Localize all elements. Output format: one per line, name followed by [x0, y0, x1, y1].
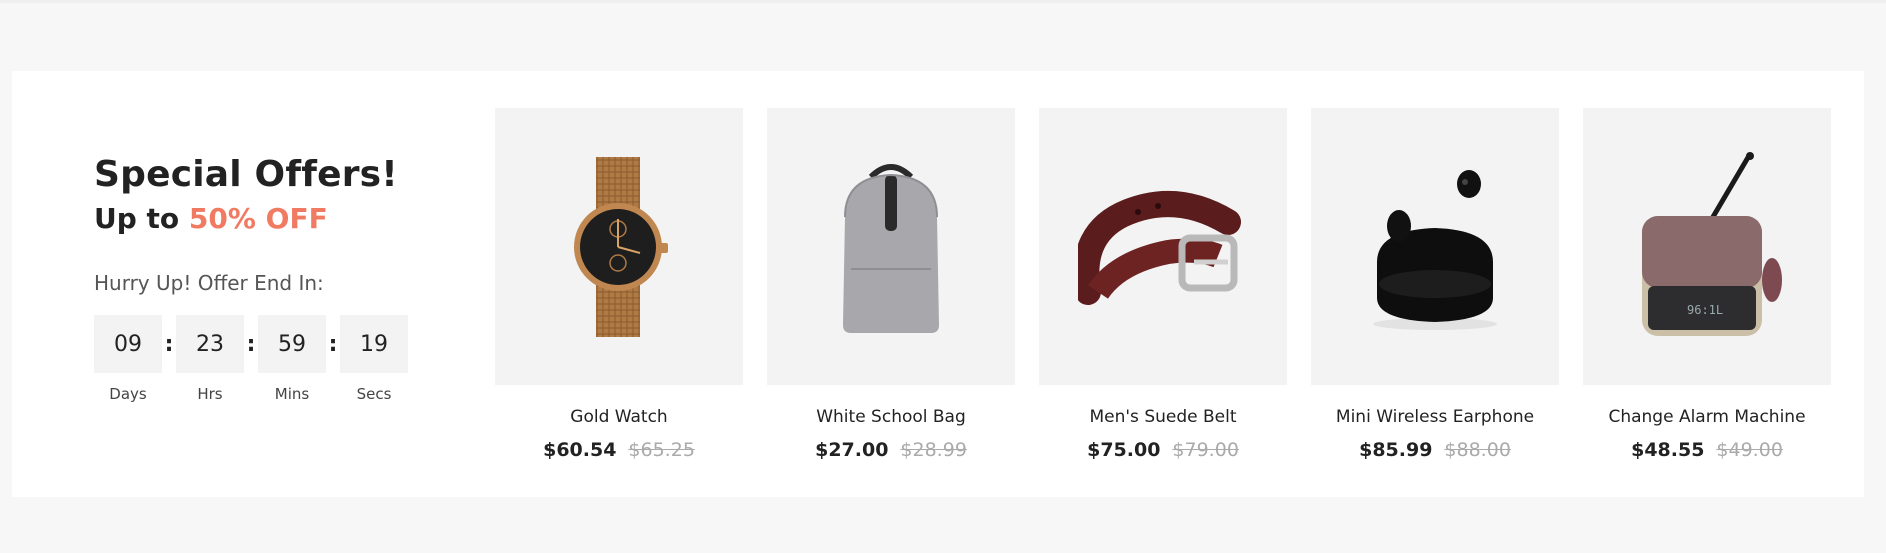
product-card[interactable]: Men's Suede Belt $75.00 $79.00	[1039, 108, 1287, 461]
offer-subtitle: Up to 50% OFF	[94, 201, 454, 237]
product-price: $60.54	[543, 439, 617, 461]
countdown-timer: 09 Days : 23 Hrs : 59 Mins : 19 Secs	[94, 315, 454, 403]
product-card[interactable]: White School Bag $27.00 $28.99	[767, 108, 1015, 461]
product-name[interactable]: Gold Watch	[495, 407, 743, 427]
timer-days-label: Days	[109, 385, 147, 403]
product-card[interactable]: Mini Wireless Earphone $85.99 $88.00	[1311, 108, 1559, 461]
product-image-link[interactable]	[1311, 108, 1559, 385]
timer-minutes-value: 59	[258, 315, 326, 373]
offer-info: Special Offers! Up to 50% OFF Hurry Up! …	[94, 153, 454, 403]
product-price: $75.00	[1087, 439, 1161, 461]
timer-hours-value: 23	[176, 315, 244, 373]
product-old-price: $28.99	[900, 439, 967, 461]
product-name[interactable]: Change Alarm Machine	[1583, 407, 1831, 427]
special-offers-section: Special Offers! Up to 50% OFF Hurry Up! …	[12, 71, 1864, 497]
timer-minutes: 59 Mins	[258, 315, 326, 403]
watch-image	[574, 156, 668, 337]
product-name[interactable]: Men's Suede Belt	[1039, 407, 1287, 427]
product-image-link[interactable]	[767, 108, 1015, 385]
timer-seconds-value: 19	[340, 315, 408, 373]
product-prices: $75.00 $79.00	[1039, 439, 1287, 461]
timer-separator: :	[246, 331, 256, 357]
timer-days-value: 09	[94, 315, 162, 373]
top-divider	[0, 0, 1886, 3]
product-card[interactable]: 96:1L Change Alarm Machine $48.55 $49.00	[1583, 108, 1831, 461]
offer-hurry-text: Hurry Up! Offer End In:	[94, 271, 324, 295]
product-price: $48.55	[1631, 439, 1705, 461]
timer-separator: :	[164, 331, 174, 357]
product-name[interactable]: White School Bag	[767, 407, 1015, 427]
timer-minutes-label: Mins	[274, 385, 310, 403]
timer-seconds-label: Secs	[356, 385, 392, 403]
belt-image	[1078, 190, 1241, 305]
product-price: $27.00	[815, 439, 889, 461]
product-image-link[interactable]: 96:1L	[1583, 108, 1831, 385]
product-prices: $85.99 $88.00	[1311, 439, 1559, 461]
product-prices: $48.55 $49.00	[1583, 439, 1831, 461]
earbuds-image	[1373, 169, 1497, 330]
timer-hours: 23 Hrs	[176, 315, 244, 403]
product-old-price: $88.00	[1444, 439, 1511, 461]
product-old-price: $79.00	[1172, 439, 1239, 461]
timer-seconds: 19 Secs	[340, 315, 408, 403]
offer-discount: 50% OFF	[188, 202, 328, 235]
backpack-image	[843, 163, 939, 333]
svg-text:96:1L: 96:1L	[1687, 303, 1723, 317]
product-card[interactable]: Gold Watch $60.54 $65.25	[495, 108, 743, 461]
timer-hours-label: Hrs	[197, 385, 223, 403]
product-image-link[interactable]	[495, 108, 743, 385]
product-old-price: $49.00	[1716, 439, 1783, 461]
product-prices: $27.00 $28.99	[767, 439, 1015, 461]
timer-days: 09 Days	[94, 315, 162, 403]
timer-separator: :	[328, 331, 338, 357]
alarm-clock-image: 96:1L	[1642, 151, 1782, 336]
product-price: $85.99	[1359, 439, 1433, 461]
product-prices: $60.54 $65.25	[495, 439, 743, 461]
product-name[interactable]: Mini Wireless Earphone	[1311, 407, 1559, 427]
product-image-link[interactable]	[1039, 108, 1287, 385]
offer-subtitle-prefix: Up to	[94, 202, 180, 235]
product-list: Gold Watch $60.54 $65.25 White School Ba…	[495, 108, 1831, 461]
product-old-price: $65.25	[628, 439, 695, 461]
offer-title: Special Offers!	[94, 154, 398, 195]
